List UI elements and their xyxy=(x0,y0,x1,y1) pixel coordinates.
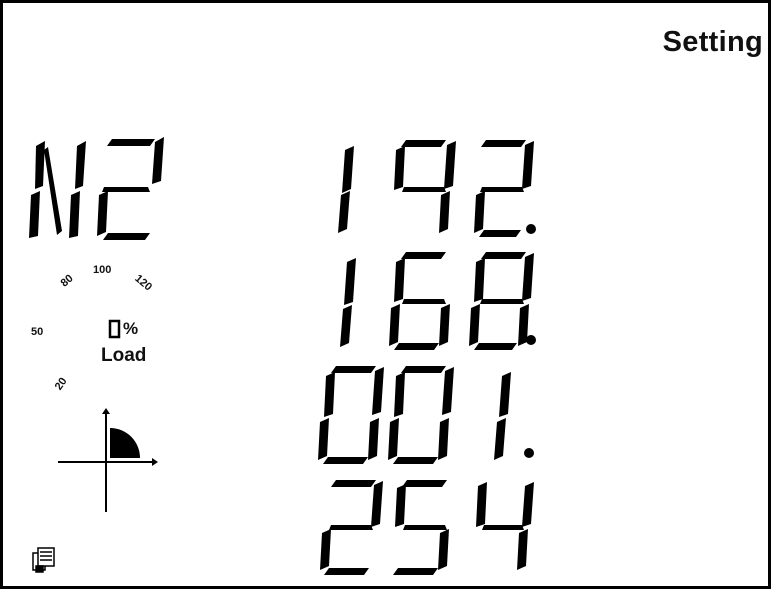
ip-octet-2-digits xyxy=(340,252,536,350)
load-tick-100: 100 xyxy=(93,264,112,276)
load-percent-symbol: % xyxy=(123,319,139,338)
ip-octet-3-digits xyxy=(318,366,534,464)
quadrant-icon xyxy=(58,408,158,512)
load-percent-digit xyxy=(108,319,121,339)
communication-icon xyxy=(32,547,55,573)
ip-octet-4-digits xyxy=(320,480,534,575)
load-label: Load xyxy=(101,345,147,366)
lcd-segments-display xyxy=(29,137,536,575)
load-tick-50: 50 xyxy=(31,326,44,338)
parameter-code-n2 xyxy=(29,137,164,240)
ip-octet-1-digits xyxy=(338,140,536,237)
